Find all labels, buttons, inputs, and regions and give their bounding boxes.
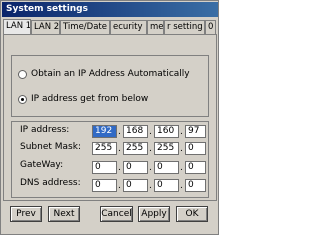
dns-address-label: DNS address: bbox=[20, 178, 81, 188]
gateway-octet-3[interactable]: 0 bbox=[154, 161, 179, 174]
dns-octet-2[interactable]: 0 bbox=[123, 179, 148, 192]
tab-r-setting[interactable]: r setting bbox=[164, 20, 205, 34]
tab-overflow[interactable]: 0 bbox=[205, 20, 216, 34]
subnet-octet-2[interactable]: 255 bbox=[123, 142, 148, 155]
dot-separator: . bbox=[180, 144, 183, 154]
window-title: System settings bbox=[2, 2, 218, 17]
radio-auto-indicator[interactable] bbox=[18, 69, 27, 79]
dot-separator: . bbox=[180, 163, 183, 173]
radio-manual-ip[interactable]: IP address get from below bbox=[18, 94, 148, 104]
cancel-button[interactable]: Cancel bbox=[100, 206, 133, 222]
tab-strip: LAN 1 LAN 2 Time/Date ecurity me r setti… bbox=[3, 19, 218, 34]
dns-octet-1[interactable]: 0 bbox=[92, 179, 117, 192]
tab-panel-lan1: Obtain an IP Address Automatically IP ad… bbox=[3, 34, 217, 201]
ok-button[interactable]: OK bbox=[176, 206, 208, 222]
subnet-mask-label: Subnet Mask: bbox=[20, 142, 81, 152]
tab-me[interactable]: me bbox=[147, 20, 164, 34]
subnet-octet-4[interactable]: 0 bbox=[185, 142, 206, 155]
dot-separator: . bbox=[118, 144, 121, 154]
tab-lan2[interactable]: LAN 2 bbox=[31, 20, 60, 34]
radio-auto-label: Obtain an IP Address Automatically bbox=[31, 69, 190, 79]
address-group: IP address: 192 . 168 . 160 . 97 Subnet … bbox=[11, 121, 209, 198]
dot-separator: . bbox=[180, 181, 183, 191]
ip-mode-group: Obtain an IP Address Automatically IP ad… bbox=[11, 55, 209, 117]
dot-separator: . bbox=[149, 181, 152, 191]
ip-octet-1[interactable]: 192 bbox=[92, 125, 117, 138]
subnet-octet-3[interactable]: 255 bbox=[154, 142, 179, 155]
ip-octet-3[interactable]: 160 bbox=[154, 125, 179, 138]
gateway-octet-1[interactable]: 0 bbox=[92, 161, 117, 174]
gateway-label: GateWay: bbox=[20, 160, 64, 170]
ip-octet-2[interactable]: 168 bbox=[123, 125, 148, 138]
dns-octet-3[interactable]: 0 bbox=[154, 179, 179, 192]
radio-manual-indicator[interactable] bbox=[18, 94, 27, 104]
gateway-octet-2[interactable]: 0 bbox=[123, 161, 148, 174]
tab-time-date[interactable]: Time/Date bbox=[60, 20, 110, 34]
dot-separator: . bbox=[149, 127, 152, 137]
system-settings-window: System settings LAN 1 LAN 2 Time/Date ec… bbox=[0, 0, 219, 235]
prev-button[interactable]: Prev bbox=[10, 206, 42, 222]
next-button[interactable]: Next bbox=[48, 206, 80, 222]
dot-separator: . bbox=[180, 127, 183, 137]
tab-lan1[interactable]: LAN 1 bbox=[3, 19, 31, 34]
dot-separator: . bbox=[118, 127, 121, 137]
ip-octet-4[interactable]: 97 bbox=[185, 125, 206, 138]
dns-octet-4[interactable]: 0 bbox=[185, 179, 206, 192]
radio-manual-label: IP address get from below bbox=[31, 94, 149, 104]
dot-separator: . bbox=[149, 144, 152, 154]
dot-separator: . bbox=[149, 163, 152, 173]
tab-security[interactable]: ecurity bbox=[110, 20, 147, 34]
radio-obtain-automatically[interactable]: Obtain an IP Address Automatically bbox=[18, 69, 190, 79]
subnet-octet-1[interactable]: 255 bbox=[92, 142, 117, 155]
apply-button[interactable]: Apply bbox=[138, 206, 170, 222]
dot-separator: . bbox=[118, 181, 121, 191]
ip-address-label: IP address: bbox=[20, 125, 70, 135]
dot-separator: . bbox=[118, 163, 121, 173]
gateway-octet-4[interactable]: 0 bbox=[185, 161, 206, 174]
